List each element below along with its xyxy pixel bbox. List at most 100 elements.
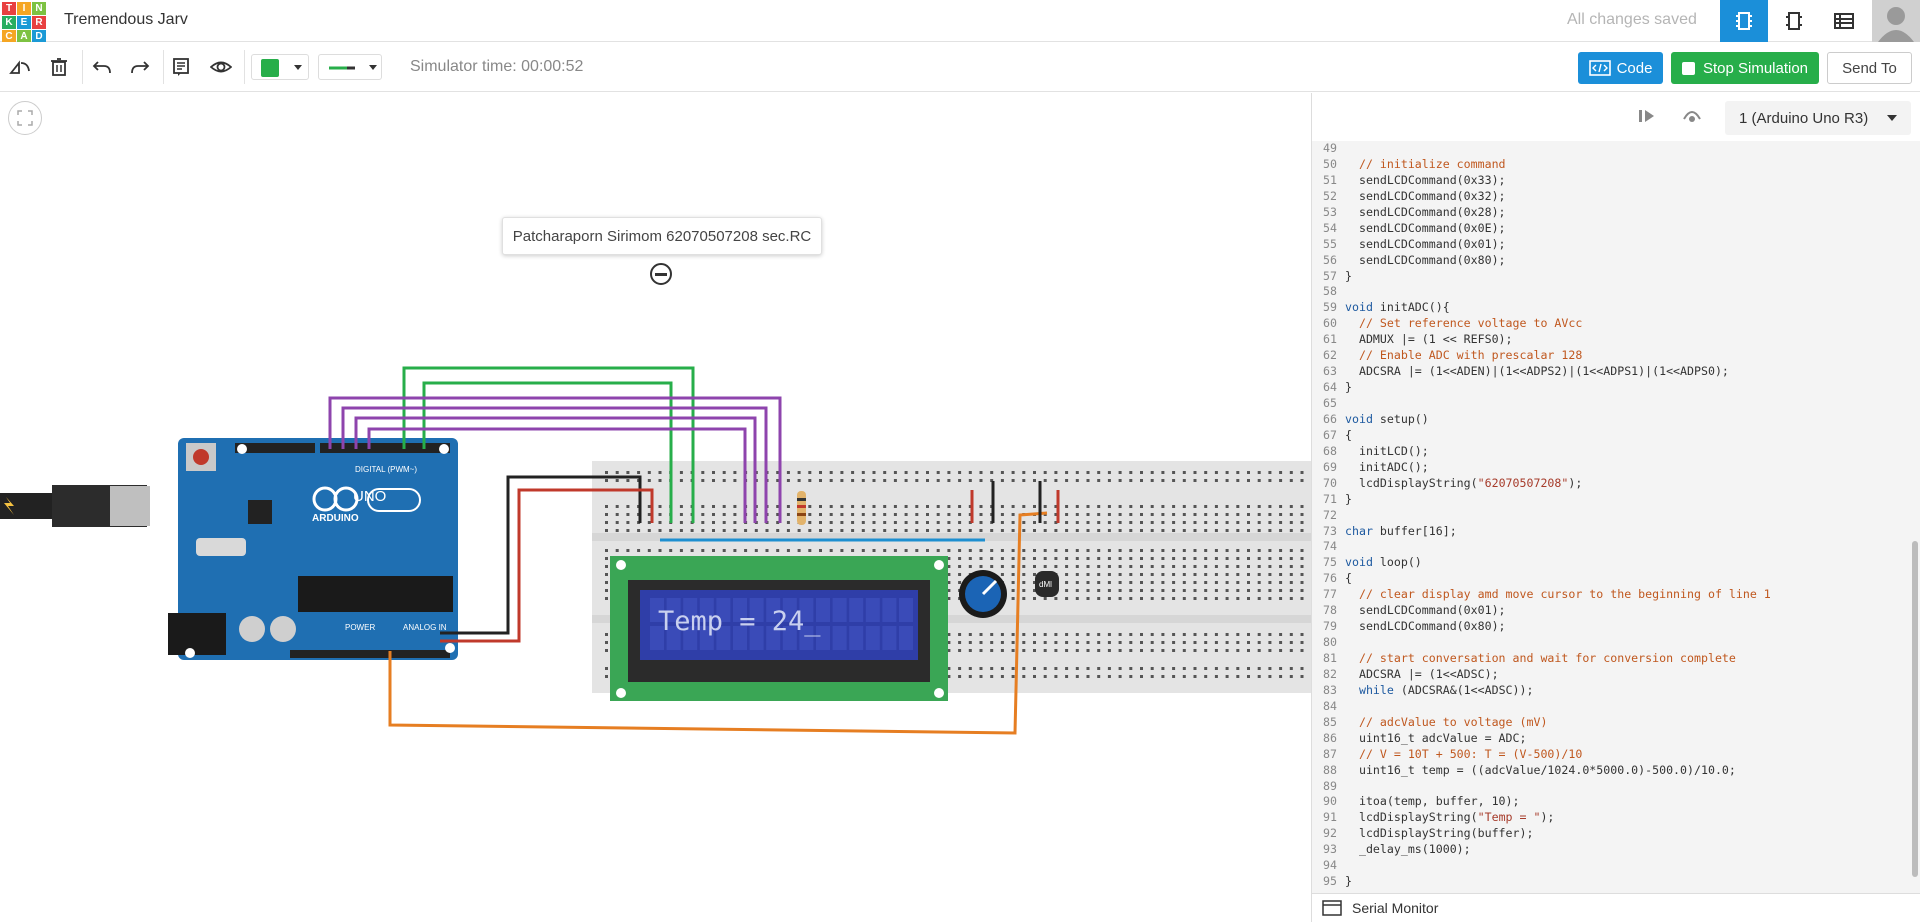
breadboard-hole [1086, 565, 1090, 568]
breadboard-hole [1033, 549, 1036, 552]
redo-button[interactable] [127, 55, 153, 79]
code-token: initADC(); [1345, 459, 1429, 474]
breadboard-hole [915, 471, 919, 474]
project-title[interactable]: Tremendous Jarv [64, 11, 188, 29]
delete-button[interactable] [46, 55, 72, 79]
breadboard-hole [1236, 649, 1240, 652]
code-token: uint16_t temp = ((adcValue/1024.0*5000.0… [1345, 762, 1736, 777]
breadboard-hole [605, 581, 608, 584]
step-button[interactable] [1638, 108, 1656, 129]
stop-simulation-button[interactable]: Stop Simulation [1671, 52, 1819, 84]
breadboard-hole [1000, 633, 1004, 636]
breadboard-hole [904, 521, 908, 524]
circuit-canvas[interactable]: Patcharaporn Sirimom 62070507208 sec.RC [0, 93, 1311, 922]
circuit-drawing: UNO ARDUINO DIGITAL (PWM~) POWER ANALOG … [0, 366, 1311, 735]
breadboard-hole [1043, 675, 1047, 678]
line-number: 52 [1323, 188, 1337, 203]
component-list-button[interactable] [1820, 0, 1868, 42]
breadboard-hole [1054, 565, 1058, 568]
breadboard-hole [1289, 633, 1293, 636]
breadboard-hole [658, 505, 662, 508]
wire-color-picker[interactable] [251, 54, 309, 80]
code-token: lcdDisplayString( [1345, 810, 1478, 825]
breadboard-hole [1268, 581, 1272, 584]
visibility-button[interactable] [208, 55, 234, 79]
breadboard-hole [1043, 505, 1047, 508]
serial-monitor-toggle[interactable]: Serial Monitor [1312, 893, 1920, 922]
breadboard-hole [1182, 549, 1186, 552]
breadboard-hole [1118, 471, 1122, 474]
breadboard-hole [1000, 471, 1004, 474]
circuit-view-button[interactable] [1720, 0, 1768, 42]
code-line: 88 uint16_t temp = ((adcValue/1024.0*500… [1312, 763, 1771, 779]
resistor[interactable] [797, 491, 806, 525]
lcd-16x2[interactable]: Temp = 24_ [610, 556, 948, 701]
logo-letter: I [17, 2, 31, 15]
breadboard-hole [840, 529, 844, 532]
scrollbar-thumb[interactable] [1912, 541, 1918, 877]
line-number: 93 [1323, 842, 1337, 857]
breadboard-hole [1161, 549, 1165, 552]
breadboard-hole [722, 505, 726, 508]
breadboard-hole [1289, 589, 1293, 592]
potentiometer[interactable] [959, 570, 1007, 618]
wire-type-picker[interactable] [318, 54, 382, 80]
breadboard-hole [979, 649, 983, 652]
debug-button[interactable] [1682, 107, 1702, 130]
breadboard-hole [658, 549, 662, 552]
breadboard-hole [1086, 589, 1090, 592]
code-line: 81 // start conversation and wait for co… [1312, 651, 1771, 667]
breadboard-hole [1236, 513, 1240, 516]
code-editor[interactable]: 49 50 // initialize command 51 sendLCDComm… [1312, 141, 1920, 893]
breadboard-hole [1204, 597, 1208, 600]
usb-cable[interactable] [0, 485, 150, 527]
code-button[interactable]: Code [1578, 52, 1663, 84]
breadboard-hole [1172, 549, 1176, 552]
breadboard-hole [1300, 471, 1304, 474]
code-token: void [1345, 555, 1373, 570]
code-line: 53 sendLCDCommand(0x28); [1312, 205, 1771, 221]
breadboard-hole [1193, 667, 1197, 670]
arduino-uno[interactable]: UNO ARDUINO DIGITAL (PWM~) POWER ANALOG … [168, 438, 458, 660]
breadboard-hole [1236, 667, 1240, 670]
breadboard-hole [1182, 479, 1186, 482]
device-select[interactable]: 1 (Arduino Uno R3) [1725, 101, 1911, 135]
breadboard-hole [968, 649, 972, 652]
code-scrollbar[interactable] [1910, 141, 1920, 893]
user-avatar[interactable] [1872, 0, 1920, 42]
breadboard-hole [1011, 667, 1015, 670]
breadboard-hole [1172, 557, 1176, 560]
breadboard-hole [1054, 641, 1058, 644]
breadboard-hole [819, 505, 822, 508]
temperature-sensor[interactable]: dMl [1035, 571, 1059, 597]
breadboard-hole [701, 479, 705, 482]
breadboard-hole [1150, 549, 1154, 552]
breadboard-hole [1193, 549, 1197, 552]
breadboard-hole [1161, 573, 1165, 576]
breadboard-hole [1043, 549, 1047, 552]
breadboard-hole [1193, 479, 1197, 482]
breadboard-hole [733, 471, 737, 474]
breadboard-hole [1172, 505, 1176, 508]
breadboard-hole [1225, 589, 1229, 592]
schematic-view-button[interactable] [1770, 0, 1818, 42]
code-line: 92 lcdDisplayString(buffer); [1312, 826, 1771, 842]
breadboard-hole [1300, 675, 1304, 678]
tinkercad-logo[interactable]: TINKERCAD [0, 0, 46, 43]
breadboard-hole [1097, 675, 1101, 678]
code-token: itoa(temp, buffer, 10); [1345, 794, 1520, 809]
code-line: 52 sendLCDCommand(0x32); [1312, 189, 1771, 205]
breadboard-hole [1011, 557, 1015, 560]
send-to-button[interactable]: Send To [1827, 52, 1912, 84]
breadboard-hole [658, 471, 662, 474]
breadboard-hole [1140, 649, 1143, 652]
breadboard-hole [1033, 633, 1036, 636]
undo-button[interactable] [89, 55, 115, 79]
breadboard-hole [744, 549, 748, 552]
breadboard-hole [1214, 589, 1218, 592]
breadboard-hole [1011, 581, 1015, 584]
rotate-button[interactable] [7, 55, 33, 79]
breadboard-hole [797, 479, 801, 482]
notes-button[interactable] [168, 55, 194, 79]
code-token: } [1345, 874, 1352, 889]
